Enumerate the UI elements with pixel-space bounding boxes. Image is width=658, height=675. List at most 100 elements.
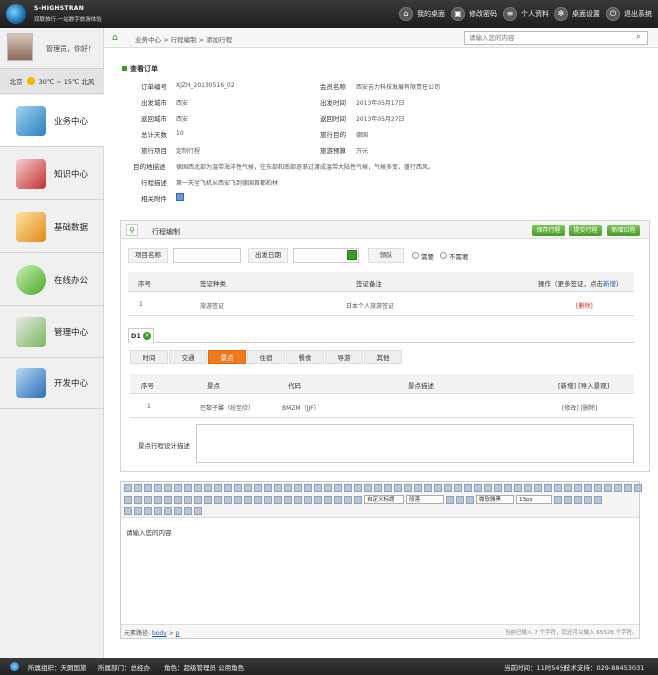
toolbar-icon[interactable] xyxy=(184,495,192,504)
calendar-icon[interactable] xyxy=(347,250,357,260)
toolbar-icon[interactable] xyxy=(174,484,182,492)
subtab-spots[interactable]: 景点 xyxy=(208,350,246,364)
toolbar-icon[interactable] xyxy=(164,484,172,492)
toolbar-icon[interactable] xyxy=(344,484,352,492)
toolbar-icon[interactable] xyxy=(314,484,322,492)
nav-logout[interactable]: ⏻ 退出系统 xyxy=(606,5,652,23)
toolbar-icon[interactable] xyxy=(214,495,222,504)
home-icon[interactable]: ⌂ xyxy=(112,33,118,43)
radio-need[interactable] xyxy=(412,252,419,259)
visa-add-link[interactable]: 新增 xyxy=(603,280,616,288)
toolbar-icon[interactable] xyxy=(434,484,442,492)
toolbar-icon[interactable] xyxy=(284,495,292,504)
toolbar-icon[interactable] xyxy=(284,484,292,492)
subtab-traffic[interactable]: 交通 xyxy=(169,350,207,364)
path-body-link[interactable]: body xyxy=(152,630,167,637)
spot-col-op[interactable]: [新增] [导入景观] xyxy=(558,380,609,390)
subtab-lodging[interactable]: 住宿 xyxy=(247,350,285,364)
toolbar-icon[interactable] xyxy=(294,495,302,504)
toolbar-icon[interactable] xyxy=(324,484,332,492)
toolbar-icon[interactable] xyxy=(214,484,222,492)
search-input[interactable] xyxy=(464,31,648,45)
toolbar-icon[interactable] xyxy=(254,484,262,492)
toolbar-icon[interactable] xyxy=(466,495,474,504)
editor-content[interactable]: 请输入您的内容 xyxy=(126,527,172,537)
toolbar-icon[interactable] xyxy=(254,495,262,504)
sidebar-item-knowledge-center[interactable]: 知识中心 xyxy=(0,148,104,200)
nav-profile[interactable]: ≡ 个人资料 xyxy=(503,5,549,23)
toolbar-icon[interactable] xyxy=(374,484,382,492)
toolbar-icon[interactable] xyxy=(544,484,552,492)
toolbar-icon[interactable] xyxy=(614,484,622,492)
search-icon[interactable]: ⌕ xyxy=(636,32,641,42)
toolbar-icon[interactable] xyxy=(314,495,322,504)
toolbar-icon[interactable] xyxy=(204,495,212,504)
subtab-meals[interactable]: 餐食 xyxy=(286,350,324,364)
subtab-time[interactable]: 时间 xyxy=(130,350,168,364)
close-icon[interactable]: × xyxy=(143,332,151,340)
toolbar-icon[interactable] xyxy=(264,484,272,492)
toolbar-icon[interactable] xyxy=(594,484,602,492)
toolbar-icon[interactable] xyxy=(134,484,142,492)
toolbar-icon[interactable] xyxy=(484,484,492,492)
toolbar-icon[interactable] xyxy=(394,484,402,492)
toolbar-icon[interactable] xyxy=(294,484,302,492)
toolbar-icon[interactable] xyxy=(274,484,282,492)
toolbar-icon[interactable] xyxy=(446,495,454,504)
toolbar-icon[interactable] xyxy=(564,484,572,492)
toolbar-icon[interactable] xyxy=(384,484,392,492)
toolbar-icon[interactable] xyxy=(264,495,272,504)
toolbar-icon[interactable] xyxy=(534,484,542,492)
toolbar-icon[interactable] xyxy=(354,484,362,492)
heading-select[interactable]: 自定义标题 xyxy=(364,495,404,504)
toolbar-icon[interactable] xyxy=(364,484,372,492)
toolbar-icon[interactable] xyxy=(454,484,462,492)
toolbar-icon[interactable] xyxy=(344,495,352,504)
nav-desktop-settings[interactable]: ✻ 桌面设置 xyxy=(554,5,600,23)
toolbar-icon[interactable] xyxy=(594,495,602,504)
toolbar-icon[interactable] xyxy=(304,484,312,492)
toolbar-icon[interactable] xyxy=(244,495,252,504)
sidebar-item-base-data[interactable]: 基础数据 xyxy=(0,201,104,253)
toolbar-icon[interactable] xyxy=(334,484,342,492)
toolbar-icon[interactable] xyxy=(504,484,512,492)
toolbar-icon[interactable] xyxy=(194,495,202,504)
subtab-other[interactable]: 其他 xyxy=(364,350,402,364)
sidebar-item-dev-center[interactable]: 开发中心 xyxy=(0,357,104,409)
toolbar-icon[interactable] xyxy=(474,484,482,492)
toolbar-icon[interactable] xyxy=(124,495,132,504)
spot-row-actions[interactable]: [修改] [删除] xyxy=(562,403,597,412)
save-itinerary-button[interactable]: 保存行程 xyxy=(532,225,565,236)
toolbar-icon[interactable] xyxy=(154,507,162,515)
toolbar-icon[interactable] xyxy=(204,484,212,492)
sidebar-item-business-center[interactable]: 业务中心 xyxy=(0,95,104,147)
toolbar-icon[interactable] xyxy=(304,495,312,504)
toolbar-icon[interactable] xyxy=(154,484,162,492)
toolbar-icon[interactable] xyxy=(134,495,142,504)
toolbar-icon[interactable] xyxy=(274,495,282,504)
toolbar-icon[interactable] xyxy=(404,484,412,492)
toolbar-icon[interactable] xyxy=(154,495,162,504)
toolbar-icon[interactable] xyxy=(584,495,592,504)
subtab-guide[interactable]: 导游 xyxy=(325,350,363,364)
submit-itinerary-button[interactable]: 提交行程 xyxy=(569,225,602,236)
toolbar-icon[interactable] xyxy=(494,484,502,492)
nav-my-desktop[interactable]: ⌂ 我的桌面 xyxy=(399,5,445,23)
font-size-select[interactable]: 13px xyxy=(516,495,552,504)
toolbar-icon[interactable] xyxy=(564,495,572,504)
spot-design-textarea[interactable] xyxy=(196,424,634,463)
add-schedule-button[interactable]: 新增日程 xyxy=(607,225,640,236)
project-name-input[interactable] xyxy=(173,248,241,263)
radio-no-need[interactable] xyxy=(440,252,447,259)
attachment-icon[interactable] xyxy=(176,193,184,201)
toolbar-icon[interactable] xyxy=(234,484,242,492)
toolbar-icon[interactable] xyxy=(134,507,142,515)
toolbar-icon[interactable] xyxy=(124,484,132,492)
toolbar-icon[interactable] xyxy=(604,484,612,492)
toolbar-icon[interactable] xyxy=(194,507,202,515)
toolbar-icon[interactable] xyxy=(456,495,464,504)
nav-change-password[interactable]: ▣ 修改密码 xyxy=(451,5,497,23)
toolbar-icon[interactable] xyxy=(124,507,132,515)
toolbar-icon[interactable] xyxy=(574,484,582,492)
sidebar-item-online-office[interactable]: 在线办公 xyxy=(0,254,104,306)
